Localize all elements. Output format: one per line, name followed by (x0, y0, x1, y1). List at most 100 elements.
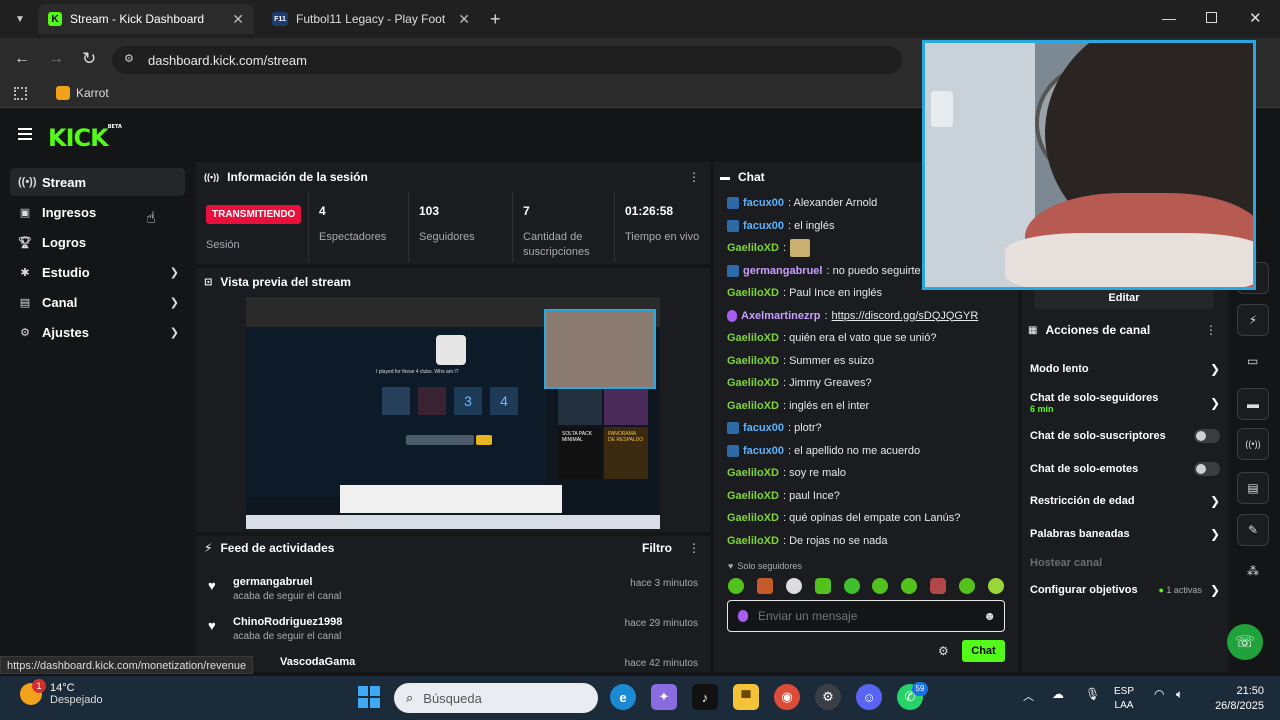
kick-logo[interactable]: KICKBETA (48, 124, 122, 152)
sidebar-item-canal[interactable]: ▤ Canal ❯ (10, 288, 185, 316)
action-age-restriction[interactable]: Restricción de edad ❯ (1030, 488, 1220, 514)
emote-icon[interactable] (756, 578, 773, 594)
actions-menu-icon[interactable]: ⋮ (1205, 323, 1217, 337)
tray-overflow-icon[interactable]: ︿ (1023, 688, 1034, 704)
hamburger-menu-icon[interactable] (18, 128, 32, 140)
forward-icon[interactable]: → (48, 50, 64, 68)
lang-secondary: LAA (1114, 700, 1134, 711)
file-explorer-icon[interactable]: ▀ (733, 684, 759, 710)
emote-icon[interactable] (987, 578, 1004, 594)
maximize-button[interactable] (1206, 12, 1217, 23)
chrome-icon[interactable]: ◉ (774, 684, 800, 710)
chat-username[interactable]: GaeliloXD (727, 242, 779, 254)
minimize-button[interactable]: — (1162, 10, 1176, 26)
close-tab-icon[interactable]: ✕ (458, 11, 470, 28)
emote-icon[interactable] (814, 578, 831, 594)
action-banned-words[interactable]: Palabras baneadas ❯ (1030, 521, 1220, 547)
chat-message-input[interactable] (758, 609, 958, 623)
wrench-icon[interactable]: ✎ (1237, 514, 1269, 546)
broadcast-icon[interactable]: ((•)) (1237, 428, 1269, 460)
emote-icon[interactable] (959, 578, 975, 594)
language-indicator[interactable]: ESP LAA (1114, 685, 1134, 713)
reload-icon[interactable]: ↻ (82, 49, 96, 69)
document-icon[interactable]: ▭ (1247, 354, 1258, 368)
chat-username[interactable]: GaeliloXD (727, 467, 779, 479)
action-goals[interactable]: Configurar objetivos ● 1 activas ❯ (1030, 577, 1220, 603)
emote-icon[interactable] (901, 578, 918, 594)
chat-username[interactable]: facux00 (743, 220, 784, 232)
action-followers-only[interactable]: Chat de solo-seguidores 6 min ❯ (1030, 388, 1220, 418)
volume-icon[interactable]: 🔈︎ (1176, 687, 1183, 702)
feed-user[interactable]: germangabruel (233, 576, 341, 588)
chat-send-button[interactable]: Chat (962, 640, 1005, 662)
edit-button[interactable]: Editar (1034, 287, 1214, 309)
tab-kick-dashboard[interactable]: K Stream - Kick Dashboard ✕ (38, 4, 254, 34)
window-close-button[interactable]: ✕ (1249, 9, 1262, 27)
chat-username[interactable]: facux00 (743, 445, 784, 457)
onedrive-icon[interactable]: ☁ (1052, 687, 1064, 701)
discord-icon[interactable]: ☺ (856, 684, 882, 710)
chat-username[interactable]: GaeliloXD (727, 377, 779, 389)
chat-link[interactable]: https://discord.gg/sDQJQGYR (832, 310, 979, 322)
chat-username[interactable]: GaeliloXD (727, 355, 779, 367)
sidebar-item-estudio[interactable]: ✱ Estudio ❯ (10, 258, 185, 286)
address-bar[interactable]: ⚙ dashboard.kick.com/stream (112, 46, 902, 74)
chat-username[interactable]: GaeliloXD (727, 512, 779, 524)
bookmark-karrot[interactable]: Karrot (56, 86, 109, 100)
action-subscribers-only[interactable]: Chat de solo-suscriptores (1030, 423, 1220, 449)
clock[interactable]: 21:50 26/8/2025 (1204, 684, 1264, 714)
action-slow-mode[interactable]: Modo lento ❯ (1030, 356, 1220, 382)
tab-futbol11[interactable]: F11 Futbol11 Legacy - Play Football ✕ (262, 4, 480, 34)
session-menu-icon[interactable]: ⋮ (688, 170, 700, 184)
chat-username[interactable]: facux00 (743, 422, 784, 434)
apps-grid-icon[interactable] (14, 87, 27, 100)
chat-username[interactable]: germangabruel (743, 265, 822, 277)
microphone-icon[interactable]: 🎙︎ (1085, 687, 1100, 701)
chat-username[interactable]: GaeliloXD (727, 332, 779, 344)
lightning-icon[interactable]: ⚡︎ (1237, 304, 1269, 336)
emote-icon[interactable] (785, 578, 802, 594)
action-emotes-only[interactable]: Chat de solo-emotes (1030, 456, 1220, 482)
chat-username[interactable]: GaeliloXD (727, 400, 779, 412)
tiktok-icon[interactable]: ♪ (692, 684, 718, 710)
taskbar-search[interactable]: ⌕ Búsqueda (394, 683, 598, 713)
chat-username[interactable]: Axelmartinezrp (741, 310, 820, 322)
chat-settings-icon[interactable]: ⚙ (938, 644, 949, 658)
emote-icon[interactable] (930, 578, 947, 594)
tab-list-button[interactable]: ▼ (10, 10, 30, 28)
support-button[interactable]: ☏ (1227, 624, 1263, 660)
emotes-only-toggle[interactable] (1194, 462, 1220, 476)
chat-username[interactable]: GaeliloXD (727, 535, 779, 547)
sidebar-item-ingresos[interactable]: ▣ Ingresos (10, 198, 185, 226)
sidebar-item-ajustes[interactable]: ⚙ Ajustes ❯ (10, 318, 185, 346)
edge-icon[interactable]: e (610, 684, 636, 710)
chat-username[interactable]: facux00 (743, 197, 784, 209)
chat-input[interactable]: ☻ (727, 600, 1005, 632)
chat-icon[interactable]: ▬ (1237, 388, 1269, 420)
filter-button[interactable]: Filtro (642, 541, 672, 555)
weather-widget[interactable]: 1 14°C Despejado (20, 679, 103, 706)
feed-menu-icon[interactable]: ⋮ (688, 541, 700, 555)
new-tab-button[interactable]: + (490, 9, 501, 30)
sidebar-item-stream[interactable]: ((•)) Stream (10, 168, 185, 196)
subscribers-only-toggle[interactable] (1194, 429, 1220, 443)
emote-icon[interactable] (843, 578, 860, 594)
chat-username[interactable]: GaeliloXD (727, 287, 779, 299)
feed-user[interactable]: ChinoRodriguez1998 (233, 616, 342, 628)
emote-icon[interactable] (872, 578, 889, 594)
emote-icon[interactable] (728, 578, 744, 594)
stream-preview-video[interactable]: I played for these 4 clubs. Who am I? 3 … (246, 297, 660, 529)
close-tab-icon[interactable]: ✕ (232, 11, 244, 28)
site-info-icon[interactable]: ⚙ (124, 52, 134, 65)
layout-icon[interactable]: ▤ (1237, 472, 1269, 504)
app-icon[interactable]: ⚙ (815, 684, 841, 710)
start-button[interactable] (358, 686, 380, 708)
chat-username[interactable]: GaeliloXD (727, 490, 779, 502)
feed-user[interactable]: VascodaGama (280, 656, 355, 668)
emoji-icon[interactable]: ☻ (983, 609, 996, 623)
wifi-icon[interactable]: ◠ (1154, 687, 1164, 701)
sidebar-item-logros[interactable]: 🏆︎ Logros (10, 228, 185, 256)
copilot-icon[interactable]: ✦ (651, 684, 677, 710)
share-icon[interactable]: ⁂ (1247, 564, 1259, 578)
back-icon[interactable]: ← (14, 50, 30, 68)
